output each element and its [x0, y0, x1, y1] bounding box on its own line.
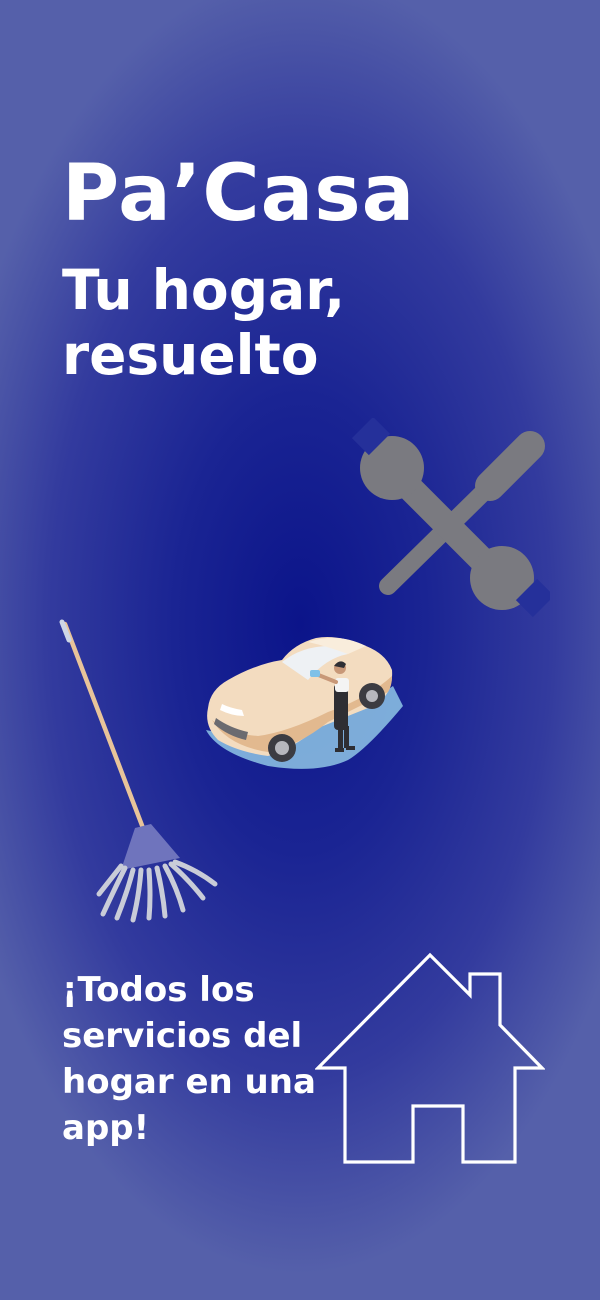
- wrench-screwdriver-icon: [351, 418, 550, 618]
- app-slogan: Tu hogar, resuelto: [62, 258, 346, 387]
- car-wash-illustration: [206, 637, 403, 769]
- app-tagline: ¡Todos los servicios del hogar en una ap…: [62, 970, 316, 1148]
- house-outline-icon: [315, 952, 545, 1164]
- app-title: Pa’Casa: [62, 149, 416, 239]
